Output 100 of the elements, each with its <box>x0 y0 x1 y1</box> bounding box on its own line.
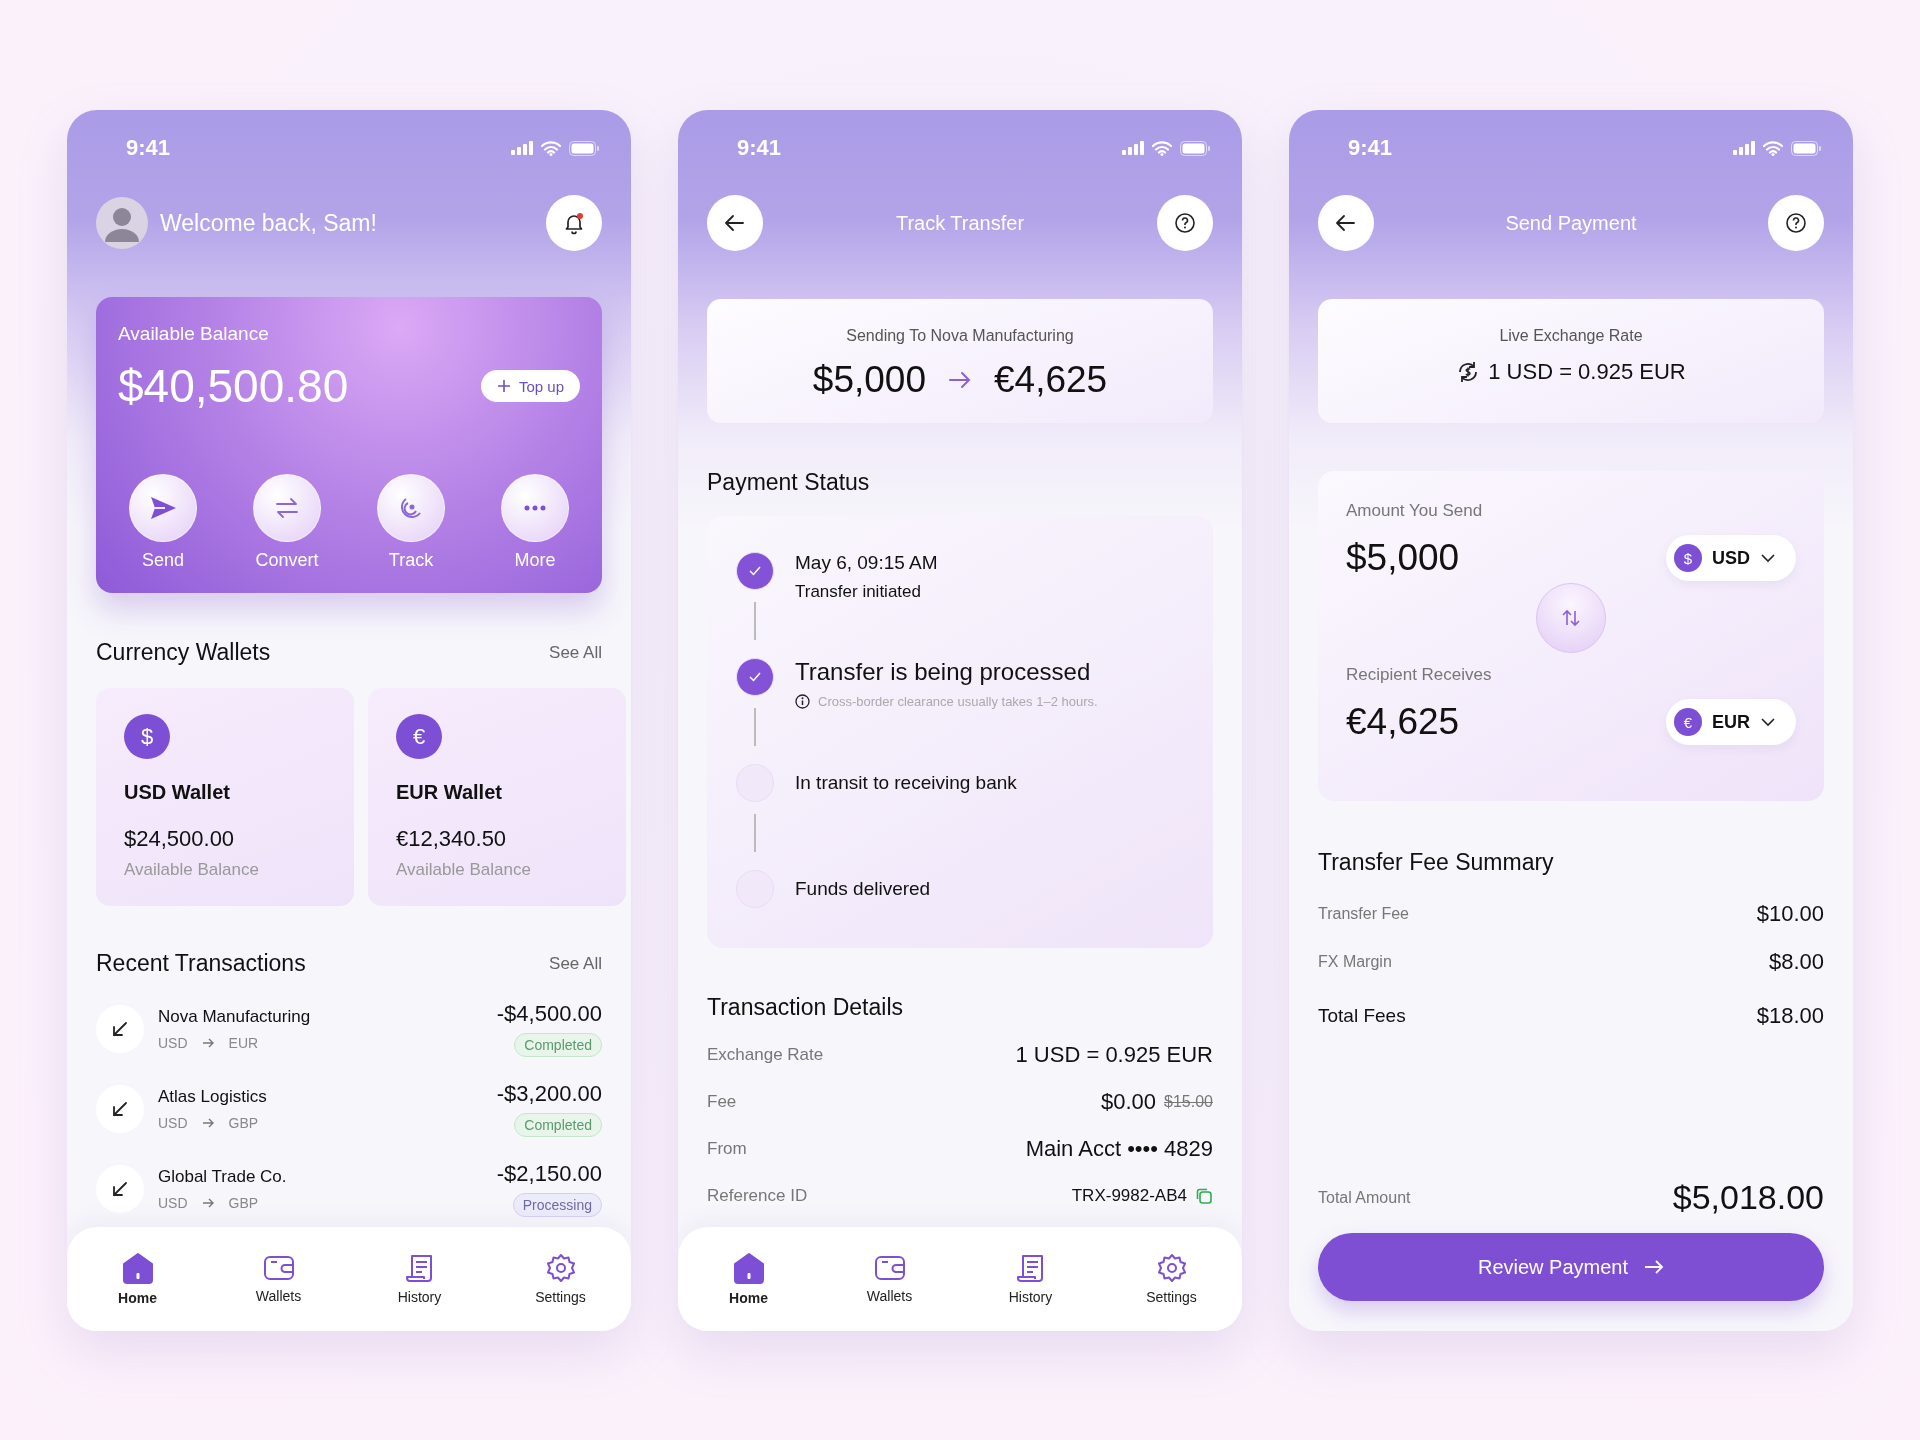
send-amount: $5,000 <box>812 359 926 401</box>
rate-value: 1 USD = 0.925 EUR <box>1488 359 1686 385</box>
section-title: Transaction Details <box>706 994 904 1021</box>
history-tab[interactable]: History <box>369 1252 470 1306</box>
status-time: 9:41 <box>737 135 782 161</box>
wallet-card[interactable]: € EUR Wallet €12,340.50 Available Balance <box>368 688 626 906</box>
wallet-tab[interactable]: Wallets <box>839 1253 940 1305</box>
signal-icon <box>511 141 533 155</box>
action-label: Track <box>388 550 434 571</box>
currency-symbol: € <box>1674 708 1702 736</box>
currency-code: GBP <box>228 1115 259 1131</box>
settings-tab[interactable]: Settings <box>510 1252 611 1306</box>
recipient-label: Sending To Nova Manufacturing <box>846 327 1074 345</box>
help-icon <box>1174 212 1196 234</box>
detail-label: Fee <box>707 1091 737 1112</box>
currency-symbol: $ <box>1674 544 1702 572</box>
wallet-icon <box>873 1254 906 1282</box>
transaction-name: Atlas Logistics <box>158 1087 268 1107</box>
balance-label: Available Balance <box>118 323 270 345</box>
currency-symbol: € <box>396 714 442 759</box>
home-tab[interactable]: Home <box>87 1251 188 1307</box>
home-icon <box>731 1252 766 1284</box>
battery-icon <box>569 140 599 156</box>
currency-code: USD <box>158 1035 188 1051</box>
currency-code: USD <box>158 1115 188 1131</box>
history-tab[interactable]: History <box>980 1252 1081 1306</box>
check-icon <box>748 671 762 683</box>
currency-code: GBP <box>228 1195 259 1211</box>
detail-label: Exchange Rate <box>707 1044 824 1065</box>
step-title: Transfer is being processed <box>795 658 1092 686</box>
signal-icon <box>1122 141 1144 155</box>
total-amount: $5,018.00 <box>1672 1178 1824 1217</box>
notification-button[interactable] <box>546 195 602 251</box>
transaction-name: Global Trade Co. <box>158 1167 288 1187</box>
wallet-name: USD Wallet <box>124 781 231 804</box>
swap-vertical-icon <box>1561 608 1581 628</box>
see-all-link[interactable]: See All <box>549 953 602 974</box>
detail-value: Main Acct •••• 4829 <box>1025 1135 1213 1162</box>
battery-icon <box>1791 140 1821 156</box>
wifi-icon <box>541 140 561 156</box>
original-fee: $15.00 <box>1164 1092 1213 1111</box>
section-title: Recent Transactions <box>96 950 306 977</box>
fee-label: FX Margin <box>1318 953 1392 971</box>
help-button[interactable] <box>1157 195 1213 251</box>
home-tab[interactable]: Home <box>698 1251 799 1307</box>
currency-dropdown[interactable]: € EUR <box>1666 699 1796 745</box>
currency-code: USD <box>158 1195 188 1211</box>
arrow-down-left-icon <box>96 1165 144 1213</box>
settings-tab[interactable]: Settings <box>1121 1252 1222 1306</box>
arrow-right-icon <box>201 1118 215 1128</box>
screen-title: Send Payment <box>1504 211 1638 235</box>
status-time: 9:41 <box>126 135 171 161</box>
wifi-icon <box>1763 140 1783 156</box>
reference-id: TRX-9982-AB4 <box>1071 1185 1187 1206</box>
radar-icon <box>398 495 424 521</box>
arrow-right-icon <box>948 370 972 390</box>
action-label: More <box>514 550 556 571</box>
transaction-amount: -$2,150.00 <box>496 1161 602 1187</box>
detail-label: Reference ID <box>707 1185 808 1206</box>
wifi-icon <box>1152 140 1172 156</box>
wallet-tab[interactable]: Wallets <box>228 1253 329 1305</box>
amount-label: Recipient Receives <box>1346 665 1493 685</box>
fee-label: Total Fees <box>1318 1005 1406 1027</box>
screen-title: Track Transfer <box>894 211 1026 235</box>
status-badge: Completed <box>514 1113 602 1137</box>
battery-icon <box>1180 140 1210 156</box>
settings-icon <box>1156 1253 1187 1283</box>
status-time: 9:41 <box>1348 135 1393 161</box>
currency-dropdown[interactable]: $ USD <box>1666 535 1796 581</box>
help-icon <box>1785 212 1807 234</box>
status-badge: Processing <box>512 1193 602 1217</box>
settings-icon <box>545 1253 576 1283</box>
review-payment-button[interactable]: Review Payment <box>1318 1233 1824 1301</box>
receive-amount: €4,625 <box>1346 701 1460 743</box>
rate-label: Live Exchange Rate <box>1499 327 1643 345</box>
copy-icon[interactable] <box>1195 1186 1213 1205</box>
transaction-amount: -$3,200.00 <box>496 1081 602 1107</box>
back-button[interactable] <box>707 195 763 251</box>
wallet-icon <box>262 1254 295 1282</box>
transaction-amount: -$4,500.00 <box>496 1001 602 1027</box>
wallet-caption: Available Balance <box>124 860 260 880</box>
currency-code: EUR <box>1712 711 1750 733</box>
arrow-right-icon <box>201 1038 215 1048</box>
detail-value: $0.00 <box>1101 1088 1157 1115</box>
wallet-caption: Available Balance <box>396 860 532 880</box>
section-title: Currency Wallets <box>96 639 271 666</box>
action-label: Send <box>141 550 184 571</box>
see-all-link[interactable]: See All <box>549 642 602 663</box>
step-subtitle: Transfer initiated <box>795 582 922 602</box>
section-title: Transfer Fee Summary <box>1317 849 1555 876</box>
help-button[interactable] <box>1768 195 1824 251</box>
send-amount[interactable]: $5,000 <box>1346 537 1460 579</box>
wallet-amount: $24,500.00 <box>124 826 236 852</box>
step-title: In transit to receiving bank <box>795 772 1017 794</box>
back-button[interactable] <box>1318 195 1374 251</box>
top-up-button[interactable]: Top up <box>480 370 580 402</box>
status-badge: Completed <box>514 1033 602 1057</box>
check-icon <box>748 565 762 577</box>
arrow-right-icon <box>1644 1259 1665 1275</box>
wallet-card[interactable]: $ USD Wallet $24,500.00 Available Balance <box>96 688 354 906</box>
